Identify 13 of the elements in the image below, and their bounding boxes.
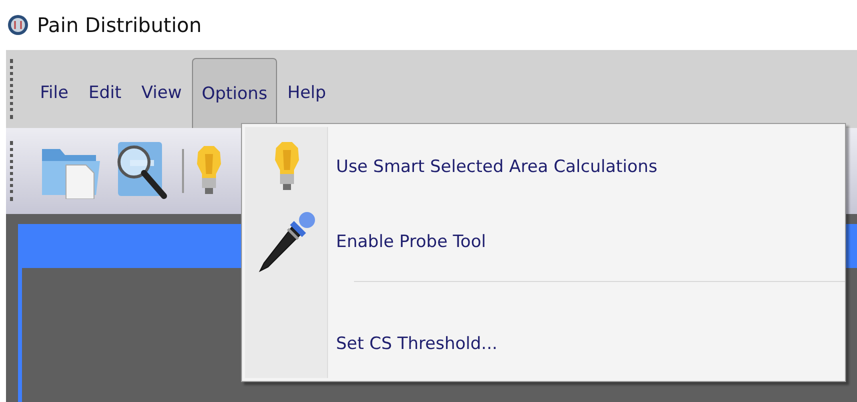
lightbulb-icon (194, 146, 224, 196)
lightbulb-icon (272, 142, 302, 192)
window-title: Pain Distribution (37, 13, 202, 37)
menu-item[interactable]: Options (192, 58, 278, 128)
menu-item[interactable]: View (131, 58, 192, 128)
menu-option[interactable]: Enable Probe Tool (242, 204, 845, 280)
menu-option[interactable]: Set CS Threshold... (242, 306, 845, 381)
menu-item[interactable]: Help (277, 58, 336, 128)
dropper-icon (258, 211, 316, 273)
menu-item[interactable]: File (30, 58, 78, 128)
menu-item[interactable]: Edit (78, 58, 132, 128)
app-icon (7, 14, 29, 36)
menu-option[interactable]: Use Smart Selected Area Calculations (242, 130, 845, 205)
